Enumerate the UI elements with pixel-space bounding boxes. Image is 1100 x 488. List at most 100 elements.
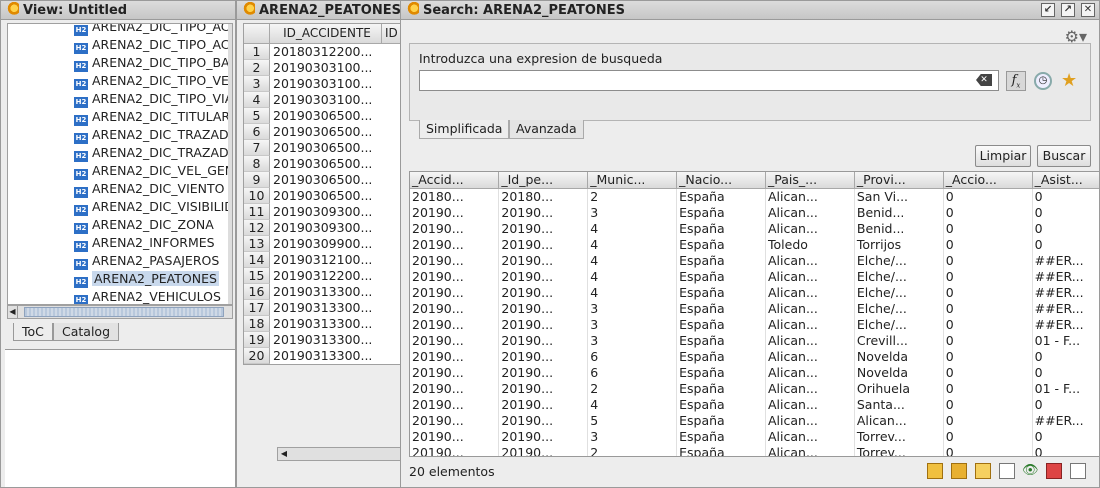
report-icon[interactable] xyxy=(1070,463,1086,479)
table-row[interactable]: 6 20190306500... xyxy=(244,124,400,140)
view-title-bar[interactable]: View: Untitled xyxy=(1,1,235,20)
results-column-header[interactable]: _Accio... xyxy=(943,172,1033,189)
layer-item[interactable]: H2 ARENA2_PASAJEROS xyxy=(8,252,232,270)
search-prompt-label: Introduzca una expresion de busqueda xyxy=(419,51,663,66)
select-grid-icon[interactable] xyxy=(927,463,943,479)
table-row[interactable]: 2 20190303100... xyxy=(244,60,400,76)
table-scrollbar-h[interactable]: ◀ xyxy=(277,447,401,461)
table-row[interactable]: 14 20190312100... xyxy=(244,252,400,268)
search-expression-input[interactable] xyxy=(419,70,999,91)
table-row[interactable]: 4 20190303100... xyxy=(244,92,400,108)
results-row[interactable]: 20190... 20190... 6 España Alican... Novelda 0… xyxy=(410,348,1099,364)
tab-avanzada[interactable]: Avanzada xyxy=(509,120,584,139)
layer-label: ARENA2_DIC_TRAZADO_ xyxy=(92,127,233,142)
layer-item[interactable]: H2 ARENA2_VEHICULOS xyxy=(8,288,232,304)
layer-item[interactable]: H2 ARENA2_DIC_TRAZADO_ xyxy=(8,126,233,144)
table-row[interactable]: 17 20190313300... xyxy=(244,300,400,316)
layer-item[interactable]: H2 ARENA2_DIC_TIPO_VIA xyxy=(8,90,232,108)
results-count-status: 20 elementos xyxy=(409,464,495,479)
results-cell: 0 xyxy=(1032,444,1099,456)
layer-item[interactable]: H2 ARENA2_DIC_TIPO_ACCID xyxy=(8,24,232,36)
layer-item[interactable]: H2 ARENA2_DIC_TIPO_VEHIC xyxy=(8,72,232,90)
results-column-header[interactable]: _Nacio... xyxy=(676,172,766,189)
tree-scrollbar-v[interactable] xyxy=(228,24,232,304)
results-cell: 0 xyxy=(943,396,1033,412)
column-header-id-accidente[interactable]: ID_ACCIDENTE xyxy=(270,24,382,44)
results-row[interactable]: 20190... 20190... 3 España Alican... Elche/..… xyxy=(410,300,1099,316)
table-row[interactable]: 9 20190306500... xyxy=(244,172,400,188)
results-row[interactable]: 20190...20190...4EspañaToledoTorrijos001… xyxy=(410,236,1099,252)
layer-item[interactable]: H2 ARENA2_DIC_TITULARIDA xyxy=(8,108,232,126)
table-title-bar[interactable]: ARENA2_PEATONES xyxy=(237,1,401,20)
results-column-header[interactable]: _Munic... xyxy=(587,172,678,189)
restore-icon[interactable]: ↙ xyxy=(1041,3,1055,17)
table-row[interactable]: 1 20180312200... xyxy=(244,44,400,60)
results-row[interactable]: 20190... 20190... 4 España Alican... Elche/..… xyxy=(410,284,1099,300)
maximize-icon[interactable]: ↗ xyxy=(1061,3,1075,17)
eye-icon[interactable]: 👁 xyxy=(1022,463,1039,479)
table-row[interactable]: 15 20190312200... xyxy=(244,268,400,284)
results-cell: 20190... xyxy=(498,332,589,348)
results-row[interactable]: 20190... 20190... 4 España Alican... Elche/..… xyxy=(410,252,1099,268)
table-row[interactable]: 20 20190313300... xyxy=(244,348,400,364)
results-column-header[interactable]: _Asist... xyxy=(1032,172,1099,189)
print-icon[interactable] xyxy=(1046,463,1062,479)
h2-database-icon: H2 xyxy=(74,187,88,198)
table-row[interactable]: 18 20190313300... xyxy=(244,316,400,332)
tab-toc[interactable]: ToC xyxy=(13,323,53,341)
table-row[interactable]: 10 20190306500... xyxy=(244,188,400,204)
tab-catalog[interactable]: Catalog xyxy=(53,323,120,341)
table-row[interactable]: 13 20190309900... xyxy=(244,236,400,252)
tab-simplificada[interactable]: Simplificada xyxy=(419,120,510,139)
tree-scrollbar-h[interactable]: ◀ xyxy=(7,305,233,319)
results-row[interactable]: 20180... 20180... 2 España Alican... San Vi..… xyxy=(410,188,1099,204)
results-cell: España xyxy=(676,268,766,284)
table-row[interactable]: 3 20190303100... xyxy=(244,76,400,92)
results-cell: Elche/... xyxy=(854,252,944,268)
results-row[interactable]: 20190... 20190... 3 España Alican... Torrev..… xyxy=(410,428,1099,444)
bookmark-star-icon[interactable]: ★ xyxy=(1061,70,1077,91)
results-column-header[interactable]: _Accid... xyxy=(410,172,500,189)
results-column-header[interactable]: _Id_pe... xyxy=(498,172,589,189)
results-column-header[interactable]: _Provi... xyxy=(854,172,944,189)
results-row[interactable]: 20190... 20190... 2 España Alican... Orihuela… xyxy=(410,380,1099,396)
layer-item[interactable]: H2 ARENA2_DIC_ZONA xyxy=(8,216,232,234)
table-row[interactable]: 5 20190306500... xyxy=(244,108,400,124)
results-cell: España xyxy=(676,348,766,364)
layer-item[interactable]: H2 ARENA2_DIC_TIPO_BARR xyxy=(8,54,232,72)
results-row[interactable]: 20190... 20190... 4 España Alican... Santa...… xyxy=(410,396,1099,412)
results-row[interactable]: 20190... 20190... 3 España Alican... Crevill.… xyxy=(410,332,1099,348)
layer-item[interactable]: H2 ARENA2_DIC_TRAZADO_ xyxy=(8,144,232,162)
results-row[interactable]: 20190... 20190... 4 España Alican... Benid...… xyxy=(410,220,1099,236)
layer-item[interactable]: H2 ARENA2_DIC_VEL_GENEF xyxy=(8,162,232,180)
search-title-bar[interactable]: Search: ARENA2_PEATONES ↙ ↗ ✕ xyxy=(401,1,1099,20)
layer-item[interactable]: H2 ARENA2_DIC_TIPO_ACCIDE xyxy=(8,36,232,54)
table-row[interactable]: 7 20190306500... xyxy=(244,140,400,156)
column-header-id[interactable]: ID xyxy=(382,24,400,44)
layer-item[interactable]: H2 ARENA2_DIC_VISIBILIDA xyxy=(8,198,232,216)
results-row[interactable]: 20190... 20190... 3 España Alican... Benid...… xyxy=(410,204,1099,220)
table-row[interactable]: 12 20190309300... xyxy=(244,220,400,236)
table-row[interactable]: 11 20190309300... xyxy=(244,204,400,220)
results-row[interactable]: 20190... 20190... 5 España Alican... Alican..… xyxy=(410,412,1099,428)
clear-button[interactable]: Limpiar xyxy=(975,145,1031,167)
layer-item[interactable]: H2 ARENA2_PEATONES xyxy=(8,270,232,288)
results-column-header[interactable]: _Pais_... xyxy=(765,172,855,189)
results-row[interactable]: 20190... 20190... 2 España Alican... Torrev..… xyxy=(410,444,1099,456)
table-row[interactable]: 19 20190313300... xyxy=(244,332,400,348)
close-icon[interactable]: ✕ xyxy=(1081,3,1095,17)
document-icon[interactable] xyxy=(999,463,1015,479)
export-grid-icon[interactable] xyxy=(951,463,967,479)
history-clock-icon[interactable]: ◷ xyxy=(1034,72,1052,90)
layer-item[interactable]: H2 ARENA2_DIC_VIENTO xyxy=(8,180,232,198)
results-row[interactable]: 20190... 20190... 6 España Alican... Novelda 0… xyxy=(410,364,1099,380)
function-icon[interactable]: fx xyxy=(1006,71,1026,91)
results-cell: 20190... xyxy=(498,444,589,456)
layer-item[interactable]: H2 ARENA2_INFORMES xyxy=(8,234,232,252)
table-row[interactable]: 8 20190306500... xyxy=(244,156,400,172)
search-button[interactable]: Buscar xyxy=(1037,145,1091,167)
table-view-icon[interactable] xyxy=(975,463,991,479)
results-row[interactable]: 20190... 20190... 4 España Alican... Elche/..… xyxy=(410,268,1099,284)
results-row[interactable]: 20190... 20190... 3 España Alican... Elche/..… xyxy=(410,316,1099,332)
table-row[interactable]: 16 20190313300... xyxy=(244,284,400,300)
